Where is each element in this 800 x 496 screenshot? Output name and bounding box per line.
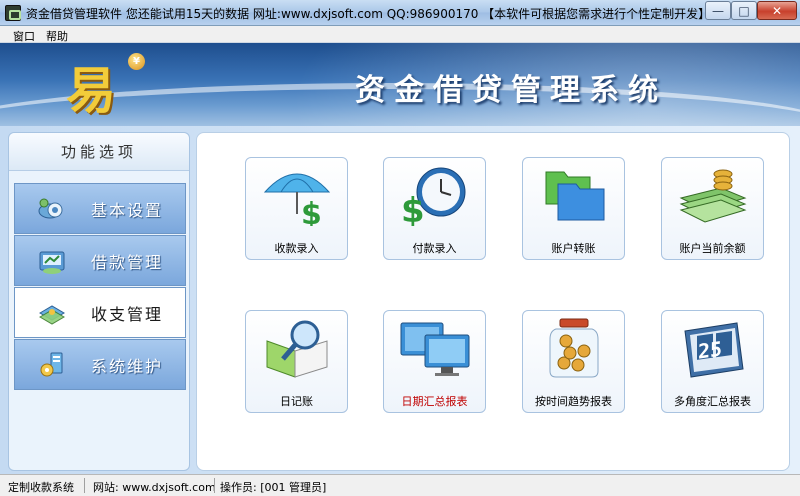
money-stack-icon bbox=[675, 164, 751, 226]
content-panel: $ 收款录入 $ 付款录入 账户转账 账户当前余额 日记账 日期汇总报表 按时间… bbox=[196, 132, 790, 471]
menu-window[interactable]: 窗口 bbox=[13, 28, 35, 44]
tile-label: 收款录入 bbox=[274, 242, 319, 255]
tile-account-transfer[interactable]: 账户转账 bbox=[522, 157, 625, 260]
monitors-icon bbox=[397, 317, 473, 379]
sidebar-item-income-expense[interactable]: 收支管理 bbox=[14, 287, 186, 338]
calendar-25-icon: 25 bbox=[675, 317, 751, 379]
umbrella-dollar-icon: $ bbox=[259, 164, 335, 232]
sidebar-item-system-maintenance[interactable]: 系统维护 bbox=[14, 339, 186, 390]
settings-icon bbox=[37, 194, 67, 224]
menu-help[interactable]: 帮助 bbox=[46, 28, 68, 44]
tile-label: 账户转账 bbox=[551, 242, 596, 255]
coin-jar-icon bbox=[536, 317, 612, 379]
folders-icon bbox=[536, 164, 612, 226]
sidebar-item-label: 收支管理 bbox=[91, 304, 164, 324]
status-separator bbox=[84, 478, 85, 493]
banner: 易 ¥ 资金借贷管理系统 bbox=[0, 43, 800, 126]
logo-glyph: 易 bbox=[66, 61, 116, 120]
minimize-button[interactable]: — bbox=[705, 1, 731, 20]
title-bar: 资金借贷管理软件 您还能试用15天的数据 网址:www.dxjsoft.com … bbox=[0, 0, 800, 26]
clock-dollar-icon: $ bbox=[397, 164, 473, 231]
tile-account-balance[interactable]: 账户当前余额 bbox=[661, 157, 764, 260]
book-magnifier-icon bbox=[259, 317, 335, 379]
sidebar-item-label: 借款管理 bbox=[91, 252, 164, 272]
close-button[interactable]: ✕ bbox=[757, 1, 797, 20]
status-system-name: 定制收款系统 bbox=[8, 481, 74, 494]
maximize-button[interactable]: □ bbox=[731, 1, 757, 20]
app-icon bbox=[5, 5, 21, 21]
tile-label: 付款录入 bbox=[412, 242, 457, 255]
income-expense-icon bbox=[37, 298, 67, 328]
status-operator: 操作员: [001 管理员] bbox=[220, 481, 327, 494]
coin-icon: ¥ bbox=[128, 53, 145, 70]
maintenance-icon bbox=[37, 350, 67, 380]
status-bar: 定制收款系统 网站: www.dxjsoft.com 操作员: [001 管理员… bbox=[0, 474, 800, 496]
logo: 易 ¥ bbox=[44, 49, 150, 120]
sidebar-item-basic-settings[interactable]: 基本设置 bbox=[14, 183, 186, 234]
tile-multi-angle-report[interactable]: 25 多角度汇总报表 bbox=[661, 310, 764, 413]
sidebar-item-loan-management[interactable]: 借款管理 bbox=[14, 235, 186, 286]
tile-receipt-entry[interactable]: $ 收款录入 bbox=[245, 157, 348, 260]
tile-daily-summary-report[interactable]: 日期汇总报表 bbox=[383, 310, 486, 413]
tile-journal[interactable]: 日记账 bbox=[245, 310, 348, 413]
tile-label: 日记账 bbox=[280, 395, 313, 408]
loan-icon bbox=[37, 246, 67, 276]
svg-text:$: $ bbox=[401, 191, 425, 226]
tile-payment-entry[interactable]: $ 付款录入 bbox=[383, 157, 486, 260]
tile-label: 账户当前余额 bbox=[679, 242, 746, 255]
sidebar-header: 功能选项 bbox=[9, 133, 189, 171]
menu-bar: 窗口 帮助 bbox=[0, 26, 800, 43]
tile-time-trend-report[interactable]: 按时间趋势报表 bbox=[522, 310, 625, 413]
status-website: 网站: www.dxjsoft.com bbox=[93, 481, 216, 494]
svg-text:$: $ bbox=[301, 197, 322, 226]
tile-label: 多角度汇总报表 bbox=[674, 395, 751, 408]
sidebar-item-label: 基本设置 bbox=[91, 200, 164, 220]
window-title: 资金借贷管理软件 您还能试用15天的数据 网址:www.dxjsoft.com … bbox=[26, 7, 711, 21]
tile-label: 按时间趋势报表 bbox=[535, 395, 612, 408]
system-title: 资金借贷管理系统 bbox=[355, 73, 667, 108]
sidebar: 功能选项 基本设置 借款管理 收支管理 系统维护 bbox=[8, 132, 190, 471]
status-separator bbox=[214, 478, 215, 493]
tile-label: 日期汇总报表 bbox=[401, 395, 468, 408]
calendar-day: 25 bbox=[698, 336, 722, 363]
sidebar-item-label: 系统维护 bbox=[91, 356, 164, 376]
